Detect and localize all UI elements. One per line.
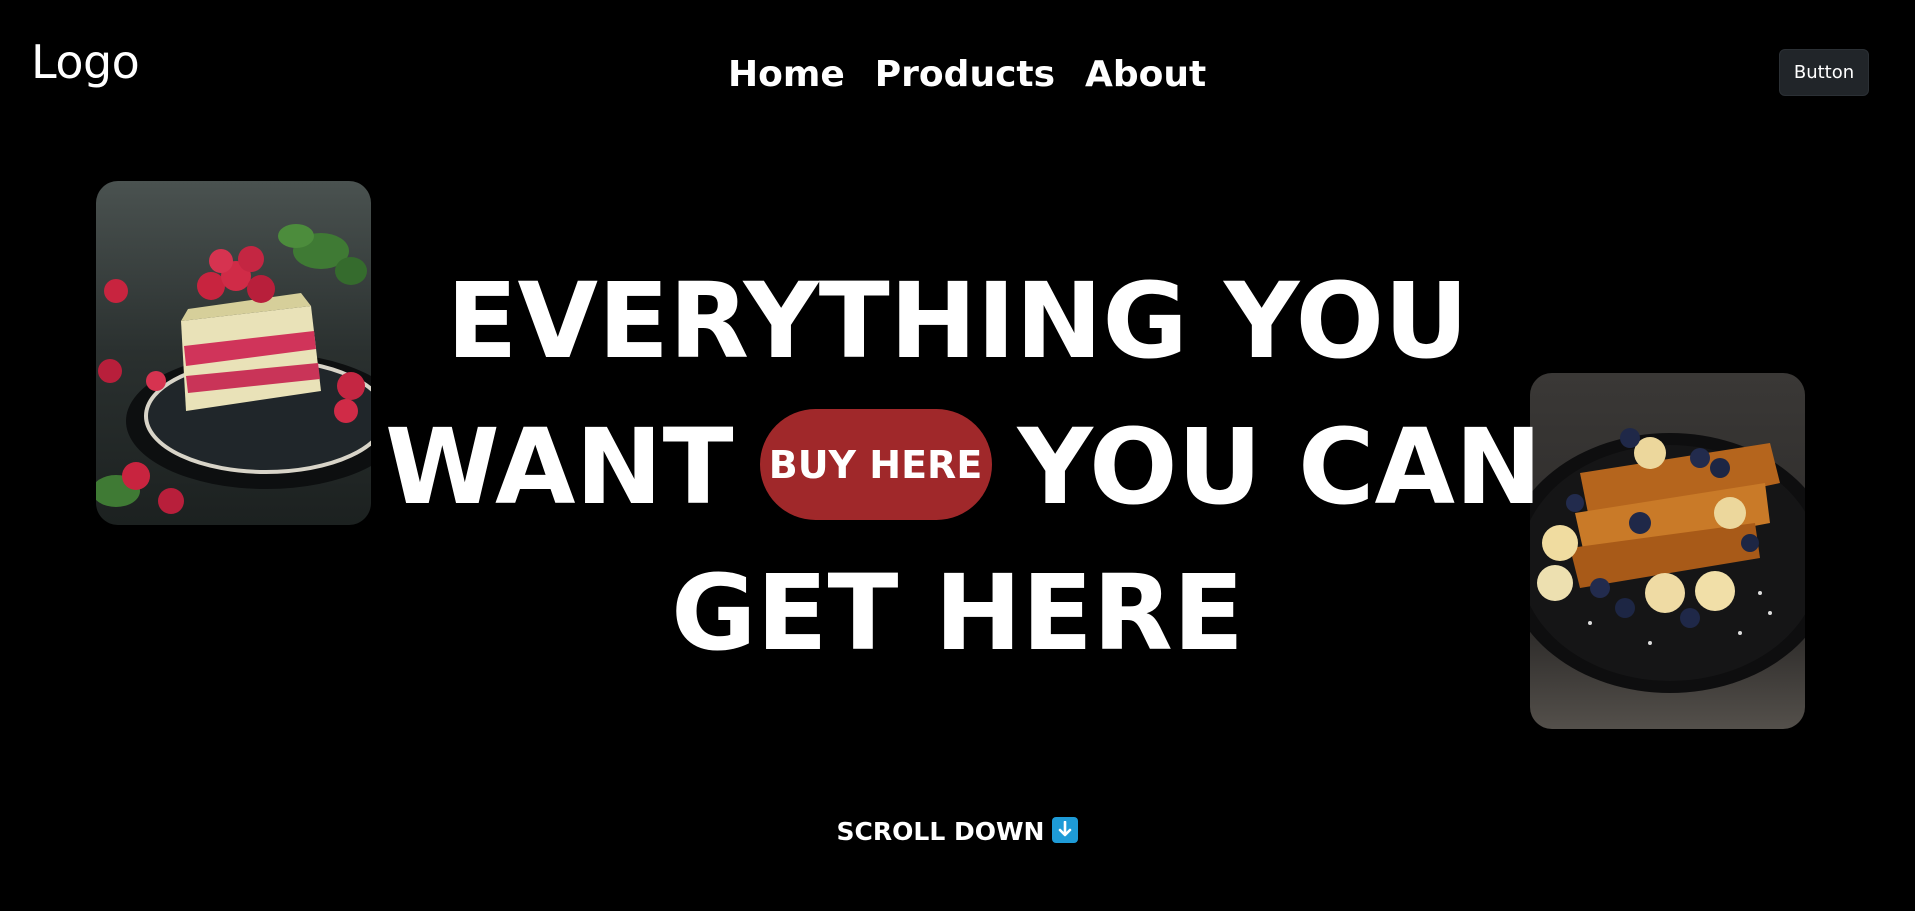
header-button[interactable]: Button	[1779, 49, 1869, 96]
buy-here-button[interactable]: BUY HERE	[759, 409, 992, 521]
hero-word-want: WANT	[385, 406, 734, 528]
hero-headline: EVERYTHING YOU WANT BUY HERE YOU CAN GET H…	[385, 248, 1542, 686]
nav-link-products[interactable]: Products	[875, 50, 1055, 100]
nav-link-about[interactable]: About	[1085, 50, 1206, 100]
down-arrow-icon	[1052, 817, 1079, 843]
hero-words-you-can: YOU CAN	[1017, 406, 1543, 528]
french-toast-image	[1530, 373, 1805, 729]
nav-link-home[interactable]: Home	[728, 50, 845, 100]
hero-line-3: GET HERE	[671, 552, 1244, 674]
scroll-down-indicator[interactable]: SCROLL DOWN	[0, 815, 1915, 849]
cake-image	[96, 181, 371, 525]
hero-line-1: EVERYTHING YOU	[446, 260, 1469, 382]
french-toast-image-graphic	[1530, 373, 1805, 729]
cake-image-graphic	[96, 181, 371, 525]
scroll-down-label: SCROLL DOWN	[836, 817, 1045, 846]
hero-line-2: WANT BUY HERE YOU CAN	[385, 394, 1542, 540]
main-nav: Home Products About	[728, 50, 1206, 100]
page: Logo Home Products About Button EVERYTHI…	[0, 0, 1915, 911]
logo[interactable]: Logo	[31, 32, 140, 92]
